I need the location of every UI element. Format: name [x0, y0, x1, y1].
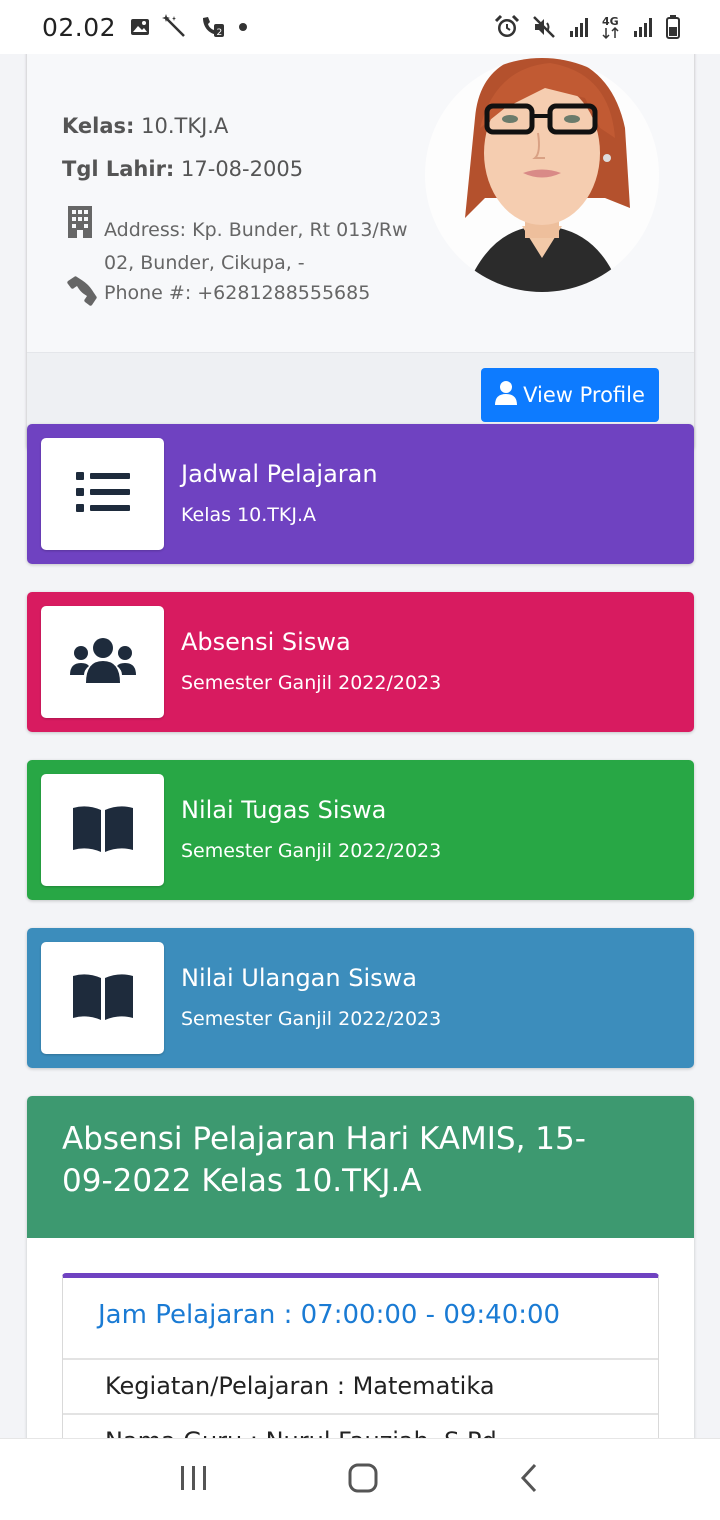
phone-icon [66, 275, 98, 311]
signal-icon-2 [632, 16, 654, 38]
menu-subtitle: Semester Ganjil 2022/2023 [181, 1008, 442, 1030]
menu-card-nilai-tugas[interactable]: Nilai Tugas Siswa Semester Ganjil 2022/2… [27, 760, 694, 900]
network-label: 4G [602, 15, 619, 28]
attendance-header: Absensi Pelajaran Hari KAMIS, 15-09-2022… [27, 1096, 694, 1238]
lesson-time: Jam Pelajaran : 07:00:00 - 09:40:00 [63, 1278, 658, 1360]
menu-card-nilai-ulangan[interactable]: Nilai Ulangan Siswa Semester Ganjil 2022… [27, 928, 694, 1068]
building-icon [67, 206, 93, 242]
book-open-icon [72, 804, 133, 856]
home-icon[interactable] [347, 1462, 379, 1498]
menu-title: Nilai Ulangan Siswa [181, 964, 417, 992]
menu-subtitle: Kelas 10.TKJ.A [181, 504, 316, 526]
status-time: 02.02 [42, 12, 117, 42]
avatar [425, 58, 659, 292]
kelas-label: Kelas: [62, 114, 135, 138]
tgl-lahir-label: Tgl Lahir: [62, 157, 175, 181]
users-icon [69, 637, 136, 687]
navigation-bar [0, 1438, 720, 1520]
view-profile-label: View Profile [523, 383, 645, 407]
mute-icon [532, 15, 556, 39]
menu-subtitle: Semester Ganjil 2022/2023 [181, 840, 442, 862]
tgl-lahir-row: Tgl Lahir: 17-08-2005 [62, 157, 303, 181]
menu-title: Absensi Siswa [181, 628, 351, 656]
lesson-subject: Kegiatan/Pelajaran : Matematika [63, 1360, 658, 1415]
kelas-row: Kelas: 10.TKJ.A [62, 114, 228, 138]
lesson-card: Jam Pelajaran : 07:00:00 - 09:40:00 Kegi… [62, 1273, 659, 1438]
status-bar: 02.02 2 4G [0, 0, 720, 54]
call-sim-icon: 2 [200, 15, 226, 39]
list-icon [75, 470, 130, 518]
gallery-icon [130, 18, 150, 36]
menu-title: Jadwal Pelajaran [181, 460, 378, 488]
signal-icon [568, 16, 590, 38]
phone-text: Phone #: +6281288555685 [104, 282, 371, 304]
magic-wand-icon [162, 14, 188, 40]
menu-card-jadwal[interactable]: Jadwal Pelajaran Kelas 10.TKJ.A [27, 424, 694, 564]
network-4g-icon: 4G [602, 14, 620, 40]
menu-subtitle: Semester Ganjil 2022/2023 [181, 672, 442, 694]
view-profile-button[interactable]: View Profile [481, 368, 659, 422]
profile-card: Kelas: 10.TKJ.A Tgl Lahir: 17-08-2005 Ad… [27, 54, 694, 450]
notification-dot-icon [238, 22, 248, 32]
kelas-value: 10.TKJ.A [141, 114, 229, 138]
user-icon [495, 380, 518, 410]
main-content[interactable]: Kelas: 10.TKJ.A Tgl Lahir: 17-08-2005 Ad… [0, 54, 720, 1438]
address-text: Address: Kp. Bunder, Rt 013/Rw 02, Bunde… [104, 219, 408, 274]
book-open-icon [72, 972, 133, 1024]
svg-text:2: 2 [217, 28, 223, 38]
attendance-panel: Absensi Pelajaran Hari KAMIS, 15-09-2022… [27, 1096, 694, 1438]
lesson-teacher: Nama Guru : Nurul Fauziah, S.Pd [63, 1415, 658, 1438]
battery-icon [666, 15, 680, 39]
menu-title: Nilai Tugas Siswa [181, 796, 387, 824]
tgl-lahir-value: 17-08-2005 [181, 157, 304, 181]
alarm-icon [494, 14, 520, 40]
menu-card-absensi[interactable]: Absensi Siswa Semester Ganjil 2022/2023 [27, 592, 694, 732]
back-icon[interactable] [517, 1462, 541, 1498]
recent-apps-icon[interactable] [179, 1464, 209, 1496]
